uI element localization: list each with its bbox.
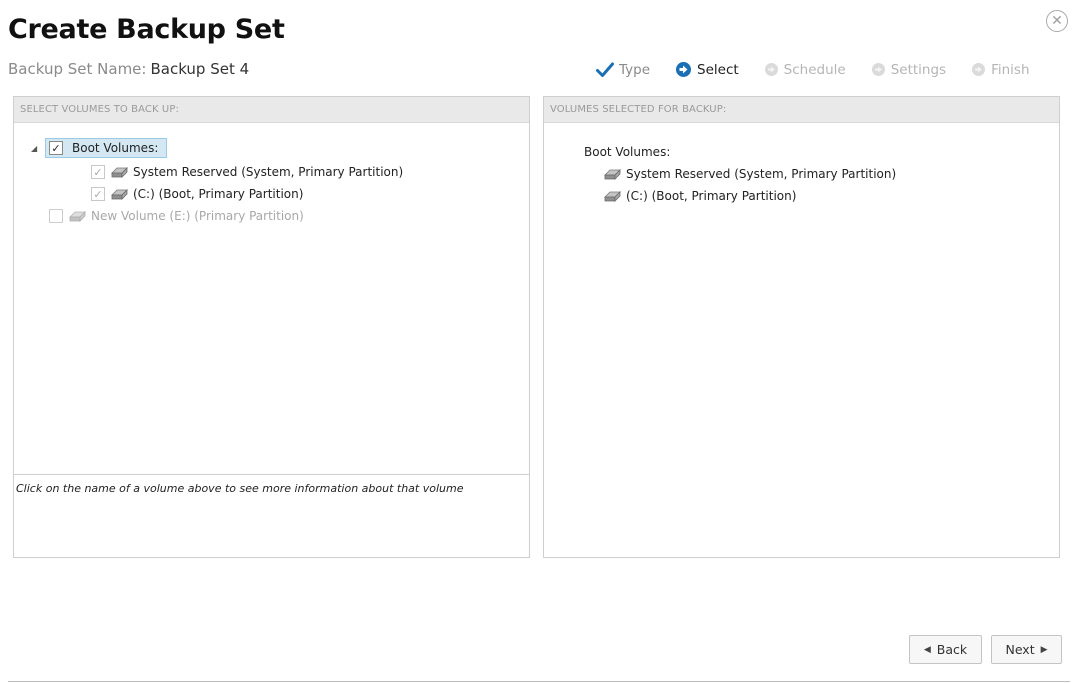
disk-drive-icon xyxy=(111,166,128,178)
selected-volumes-header: VOLUMES SELECTED FOR BACKUP: xyxy=(544,97,1059,123)
circle-icon xyxy=(764,62,779,77)
system-reserved-label[interactable]: System Reserved (System, Primary Partiti… xyxy=(133,165,403,179)
tree-node-new-volume-e: ✓ New Volume (E:) (Primary Partition) xyxy=(49,209,304,223)
selected-group-label: Boot Volumes: xyxy=(584,145,671,159)
c-drive-label[interactable]: (C:) (Boot, Primary Partition) xyxy=(133,187,303,201)
disk-drive-icon xyxy=(111,188,128,200)
checkmark-icon xyxy=(596,62,614,78)
step-select-label: Select xyxy=(697,61,739,78)
step-settings-label: Settings xyxy=(890,61,947,78)
boot-volumes-checkbox[interactable]: ✓ xyxy=(49,141,63,155)
selected-item-c-drive: (C:) (Boot, Primary Partition) xyxy=(604,189,796,203)
tree-node-boot-volumes: ◢ ✓ Boot Volumes: xyxy=(31,138,168,158)
select-volumes-header: SELECT VOLUMES TO BACK UP: xyxy=(14,97,529,123)
backup-set-name: Backup Set Name: Backup Set 4 xyxy=(8,60,249,78)
footer-divider xyxy=(8,681,1070,682)
disk-drive-icon xyxy=(69,210,86,222)
step-finish-label: Finish xyxy=(991,61,1030,78)
c-drive-checkbox[interactable]: ✓ xyxy=(91,187,105,201)
circle-icon xyxy=(871,62,886,77)
next-button[interactable]: Next ▶ xyxy=(991,635,1062,664)
tree-node-c-drive: ✓ (C:) (Boot, Primary Partition) xyxy=(91,187,303,201)
step-type-label: Type xyxy=(619,61,651,78)
boot-volumes-selection[interactable]: ✓ Boot Volumes: xyxy=(45,138,168,158)
step-schedule-label: Schedule xyxy=(783,61,846,78)
new-volume-checkbox[interactable]: ✓ xyxy=(49,209,63,223)
step-type: Type xyxy=(596,62,650,78)
boot-volumes-label[interactable]: Boot Volumes: xyxy=(72,141,158,155)
back-button-label: Back xyxy=(936,642,968,657)
circle-icon xyxy=(971,62,986,77)
disk-drive-icon xyxy=(604,168,621,180)
selected-item-label: (C:) (Boot, Primary Partition) xyxy=(626,189,797,203)
chevron-left-icon: ◀ xyxy=(923,644,931,655)
selected-group-boot-volumes: Boot Volumes: xyxy=(584,145,670,159)
step-select: Select xyxy=(675,61,739,78)
arrow-circle-icon xyxy=(675,61,692,78)
backup-set-name-label: Backup Set Name: xyxy=(8,60,147,78)
back-button[interactable]: ◀ Back xyxy=(909,635,982,664)
step-schedule: Schedule xyxy=(764,62,846,78)
volume-info-box: Click on the name of a volume above to s… xyxy=(14,475,529,557)
volume-tree: ◢ ✓ Boot Volumes: ✓ System Reserved (Sys… xyxy=(14,123,529,475)
step-finish: Finish xyxy=(971,61,1030,78)
disk-drive-icon xyxy=(604,190,621,202)
tree-node-system-reserved: ✓ System Reserved (System, Primary Parti… xyxy=(91,165,403,179)
selected-volumes-panel: VOLUMES SELECTED FOR BACKUP: Boot Volume… xyxy=(543,96,1060,558)
select-volumes-panel: SELECT VOLUMES TO BACK UP: ◢ ✓ Boot Volu… xyxy=(13,96,530,558)
collapse-triangle-icon[interactable]: ◢ xyxy=(31,144,41,153)
volume-info-text: Click on the name of a volume above to s… xyxy=(16,482,464,495)
next-button-label: Next xyxy=(1005,642,1035,657)
selected-item-label: System Reserved (System, Primary Partiti… xyxy=(626,167,897,181)
page-title: Create Backup Set xyxy=(8,14,285,45)
wizard-steps: Type Select Schedule Settings Finish xyxy=(596,61,1030,78)
system-reserved-checkbox[interactable]: ✓ xyxy=(91,165,105,179)
backup-set-name-value: Backup Set 4 xyxy=(150,60,250,78)
step-settings: Settings xyxy=(871,62,946,78)
close-icon[interactable]: ✕ xyxy=(1046,10,1068,32)
selected-item-system-reserved: System Reserved (System, Primary Partiti… xyxy=(604,167,896,181)
chevron-right-icon: ▶ xyxy=(1040,644,1048,655)
new-volume-label[interactable]: New Volume (E:) (Primary Partition) xyxy=(91,209,304,223)
